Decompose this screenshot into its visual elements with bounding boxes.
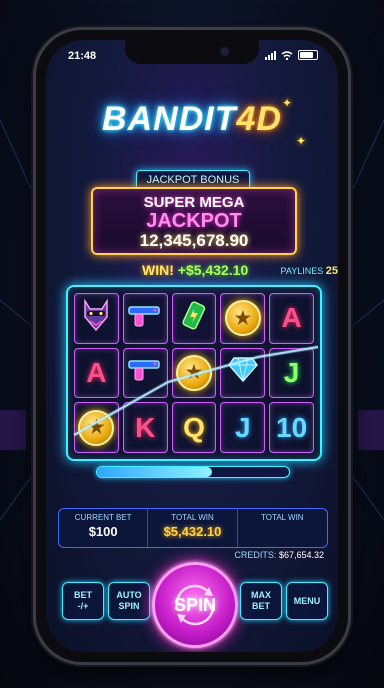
diamond-icon <box>227 356 258 389</box>
reel-symbol: J <box>283 356 300 388</box>
star-coin-icon: ★ <box>78 409 115 446</box>
reel-symbol: 10 <box>276 411 308 443</box>
jackpot-amount: 12,345,678.90 <box>139 231 249 250</box>
reel-cell: ★ <box>74 402 119 453</box>
game-screen: 21:48 ✦ ✦ ✦ BANDIT4D JACKPOT BONUS SUPER… <box>46 40 338 652</box>
bet-info-panel: CURRENT BET $100 TOTAL WIN $5,432.10 TOT… <box>58 508 328 548</box>
pistol-icon <box>127 302 163 335</box>
star-coin-icon: ★ <box>175 354 212 391</box>
spin-button[interactable]: SPIN <box>152 562 238 648</box>
reel-cell: A <box>269 293 314 344</box>
reel-cell <box>220 347 266 399</box>
auto-spin-button[interactable]: AUTO SPIN <box>108 582 150 620</box>
total-win-value: $5,432.10 <box>163 524 222 539</box>
reel-cell: Q <box>171 402 217 453</box>
star-coin-icon: ★ <box>224 300 261 337</box>
total-win-label-2: TOTAL WIN <box>261 513 304 522</box>
reel-cell: ★ <box>171 347 217 399</box>
jackpot-title-line1: SUPER MEGA <box>143 194 245 211</box>
signal-icon <box>265 50 276 60</box>
phone-frame: 21:48 ✦ ✦ ✦ BANDIT4D JACKPOT BONUS SUPER… <box>36 30 348 662</box>
reel-cell: 10 <box>269 402 314 453</box>
jackpot-panel: SUPER MEGA JACKPOT 12,345,678.90 <box>91 187 297 255</box>
reel-cell: ★ <box>220 293 266 344</box>
game-logo: BANDIT4D <box>102 100 282 138</box>
reel-grid-frame: ★ A A ★ J ★ K Q J 10 <box>66 285 322 461</box>
reel-cell: J <box>220 402 266 453</box>
current-bet-label: CURRENT BET <box>74 513 132 522</box>
status-bar: 21:48 <box>46 50 338 68</box>
reel-cell <box>122 347 168 399</box>
battery-icon <box>179 300 209 337</box>
status-time: 21:48 <box>68 50 97 62</box>
total-win-label: TOTAL WIN <box>171 513 214 522</box>
total-win-box: TOTAL WIN $5,432.10 <box>148 509 238 547</box>
pistol-icon <box>127 356 163 389</box>
total-win-box-2: TOTAL WIN <box>238 509 327 547</box>
reel-symbol: J <box>235 411 251 443</box>
menu-button[interactable]: MENU <box>286 582 328 620</box>
paylines-display: PAYLINES 25 <box>280 265 338 277</box>
wifi-icon <box>281 50 293 60</box>
spin-progress-bar <box>96 466 290 478</box>
max-bet-button[interactable]: MAX BET <box>240 582 282 620</box>
current-bet-box: CURRENT BET $100 <box>59 509 149 547</box>
battery-icon <box>298 50 318 60</box>
current-bet-value: $100 <box>88 524 118 539</box>
reel-cell <box>171 293 217 344</box>
reel-symbol: A <box>86 356 107 388</box>
bandit-icon <box>79 297 113 340</box>
reel-symbol: K <box>135 411 156 443</box>
reel-cell <box>74 293 119 344</box>
bet-adjust-button[interactable]: BET -/+ <box>62 582 104 620</box>
spin-label: SPIN <box>173 594 216 615</box>
reel-symbol: Q <box>183 411 205 443</box>
jackpot-title-line2: JACKPOT <box>146 210 242 232</box>
reel-cell: K <box>122 402 168 453</box>
progress-fill <box>97 467 213 477</box>
win-display: WIN! +$5,432.10 <box>142 262 249 278</box>
reel-symbol: A <box>281 302 302 334</box>
reel-grid: ★ A A ★ J ★ K Q J 10 <box>74 293 314 453</box>
reel-cell <box>122 293 168 344</box>
reel-cell: A <box>74 347 119 399</box>
reel-cell: J <box>269 347 314 399</box>
win-row: WIN! +$5,432.10 PAYLINES 25 <box>124 262 338 280</box>
credits-display: CREDITS: $67,654.32 <box>234 550 324 560</box>
